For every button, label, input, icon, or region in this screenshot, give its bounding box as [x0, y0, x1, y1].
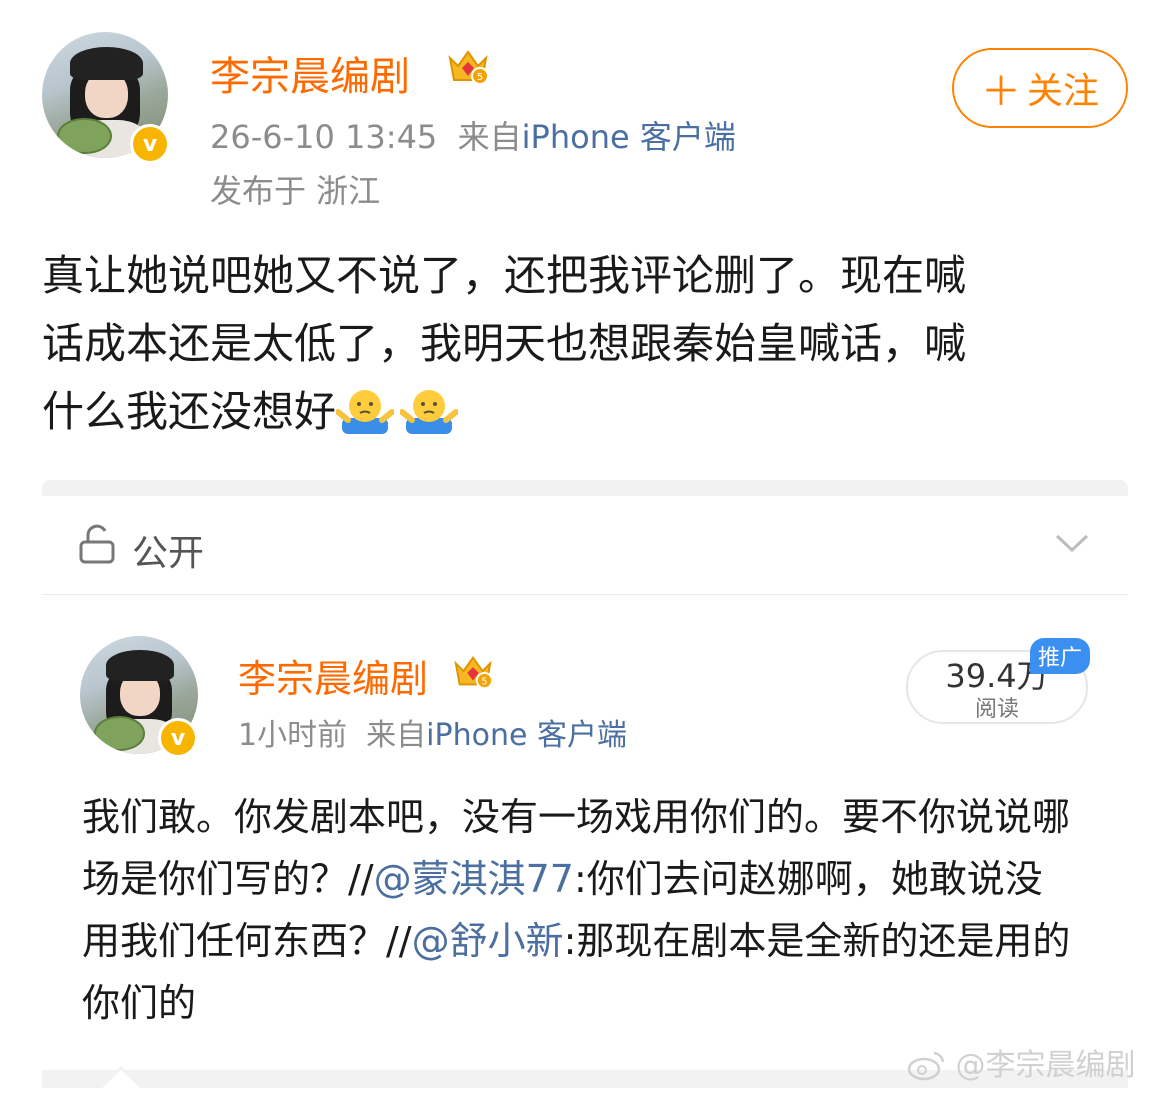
repost-body: 我们敢。你发剧本吧，没有一场戏用你们的。要不你说说哪场是你们写的？//@蒙淇淇7… [82, 795, 1071, 1025]
verified-badge-icon: v [158, 718, 198, 758]
visibility-label: 公开 [132, 533, 205, 574]
post-source[interactable]: iPhone 客户端 [522, 118, 736, 156]
verified-badge-icon: v [130, 124, 170, 164]
shrug-emoji-icon [400, 390, 459, 434]
repost-meta: 1小时前 来自iPhone 客户端 [238, 710, 627, 754]
watermark: @李宗晨编剧 [906, 1040, 1136, 1084]
source-prefix: 来自 [366, 718, 427, 753]
repost-time: 1小时前 [238, 718, 348, 753]
mention-link[interactable]: @舒小新 [412, 919, 564, 963]
plus-icon: ＋ [980, 69, 1021, 115]
unlock-icon [79, 524, 115, 564]
repost-source[interactable]: iPhone 客户端 [426, 718, 627, 753]
weibo-logo-icon [907, 1051, 945, 1081]
shrug-emoji-icon [336, 390, 395, 434]
source-prefix: 来自 [457, 118, 522, 156]
crown-badge-icon: 5 [454, 655, 494, 690]
visibility-row[interactable]: 公开 [42, 496, 1128, 595]
repost-author-name[interactable]: 李宗晨编剧 [238, 648, 428, 703]
post-line: 话成本还是太低了，我明天也想跟秦始皇喊话，喊 [42, 319, 967, 368]
post-location: 发布于 浙江 [210, 172, 381, 210]
post-line: 真让她说吧她又不说了，还把我评论删了。现在喊 [42, 251, 967, 300]
svg-text:5: 5 [477, 72, 483, 83]
post-meta: 26-6-10 13:45 来自iPhone 客户端 [210, 112, 736, 158]
svg-text:5: 5 [481, 676, 487, 687]
crown-badge-icon: 5 [448, 50, 489, 85]
post-body: 真让她说吧她又不说了，还把我评论删了。现在喊 话成本还是太低了，我明天也想跟秦始… [42, 242, 1132, 446]
author-name[interactable]: 李宗晨编剧 [210, 44, 410, 102]
post-timestamp: 26-6-10 13:45 [210, 118, 438, 156]
follow-button[interactable]: ＋ 关注 [952, 48, 1128, 128]
post-line: 什么我还没想好 [42, 387, 337, 436]
promo-badge: 推广 [1030, 638, 1091, 674]
card-notch [98, 1066, 144, 1088]
section-divider [42, 480, 1128, 496]
chevron-down-icon[interactable] [1054, 532, 1090, 554]
mention-link[interactable]: @蒙淇淇77 [374, 857, 574, 901]
reads-label: 阅读 [974, 697, 1019, 722]
